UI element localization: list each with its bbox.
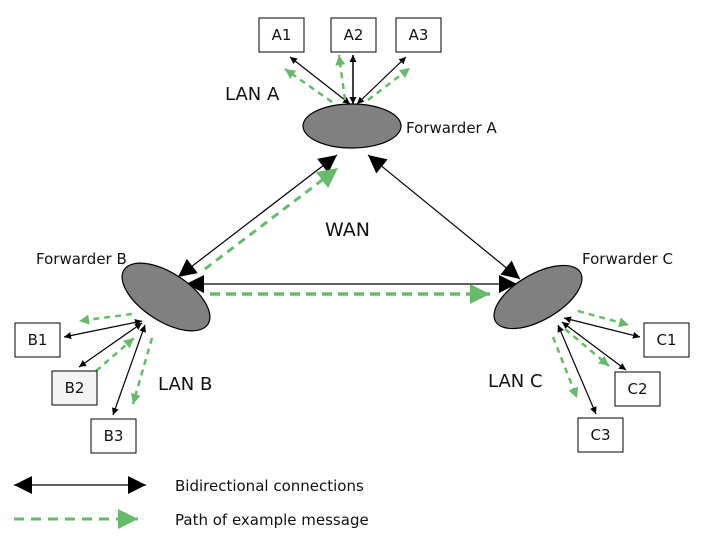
wan-label: WAN (325, 219, 370, 241)
lan-link-a-a3 (356, 56, 407, 105)
message-path-a-to-a1 (284, 67, 333, 104)
host-label-c3: C3 (590, 426, 610, 444)
host-label-a1: A1 (272, 26, 292, 44)
message-path-a-to-a2 (335, 54, 347, 101)
host-label-b1: B1 (28, 331, 48, 349)
forwarder-a-label: Forwarder A (406, 119, 497, 137)
message-path-b2-to-b (95, 337, 135, 372)
lan-link-c-c1 (563, 316, 641, 339)
host-label-c1: C1 (656, 331, 676, 349)
host-label-a3: A3 (409, 26, 429, 44)
forwarder-c-node (493, 264, 583, 330)
forwarder-a-node (302, 103, 402, 149)
forwarder-b-label: Forwarder B (36, 250, 127, 268)
lan-a-label: LAN A (225, 84, 280, 105)
legend: Bidirectional connections Path of exampl… (14, 476, 369, 529)
legend-message-label: Path of example message (175, 511, 369, 529)
lan-link-c-c2 (561, 321, 627, 371)
host-label-b2: B2 (65, 379, 85, 397)
forwarder-c-label: Forwarder C (582, 250, 673, 268)
lan-link-b-b3 (112, 324, 146, 416)
lan-link-b-b1 (63, 318, 143, 340)
lan-a-links (284, 54, 411, 105)
message-path-b-to-b1 (78, 312, 133, 325)
message-path-b-to-a (204, 166, 339, 271)
network-diagram: A1 A2 A3 B1 B2 B3 C1 C2 C3 Forwarder A F… (14, 17, 690, 529)
message-path-c-to-c2 (564, 328, 610, 367)
message-path-c-to-c3 (551, 336, 579, 399)
lan-c-label: LAN C (488, 371, 543, 392)
wan-link-a-c (367, 154, 521, 280)
lan-b-label: LAN B (158, 374, 212, 395)
host-label-c2: C2 (627, 380, 647, 398)
host-label-a2: A2 (344, 26, 364, 44)
message-path-b-to-b3 (130, 337, 154, 405)
legend-bidirectional-label: Bidirectional connections (175, 477, 364, 495)
host-label-b3: B3 (104, 427, 124, 445)
wan-link-a-b (177, 154, 338, 278)
forwarder-b-node (121, 262, 211, 332)
